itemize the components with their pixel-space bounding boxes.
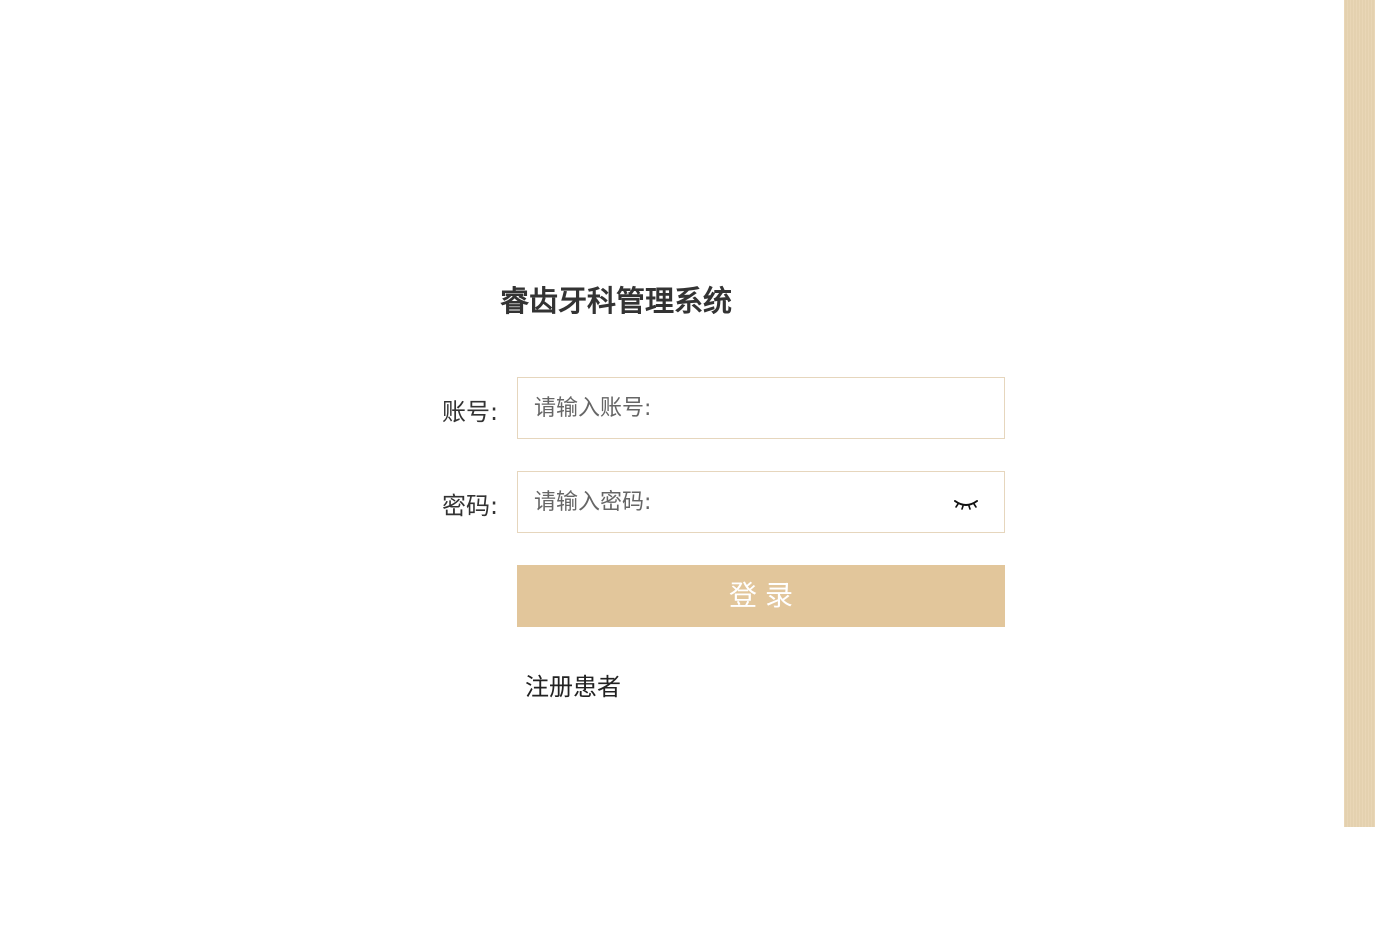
decorative-side-strip <box>1344 0 1375 827</box>
login-page: 睿齿牙科管理系统 账号: 密码: 登录 注册患者 <box>0 0 1375 934</box>
password-label: 密码: <box>442 492 499 520</box>
register-patient-link[interactable]: 注册患者 <box>525 667 621 702</box>
page-title: 睿齿牙科管理系统 <box>500 284 733 318</box>
account-label: 账号: <box>442 398 499 426</box>
login-button[interactable]: 登录 <box>517 565 1005 627</box>
eye-closed-icon[interactable] <box>952 492 980 514</box>
account-field <box>517 377 1005 439</box>
password-field <box>517 471 1005 533</box>
password-input[interactable] <box>518 472 1004 532</box>
account-input[interactable] <box>518 378 1004 438</box>
